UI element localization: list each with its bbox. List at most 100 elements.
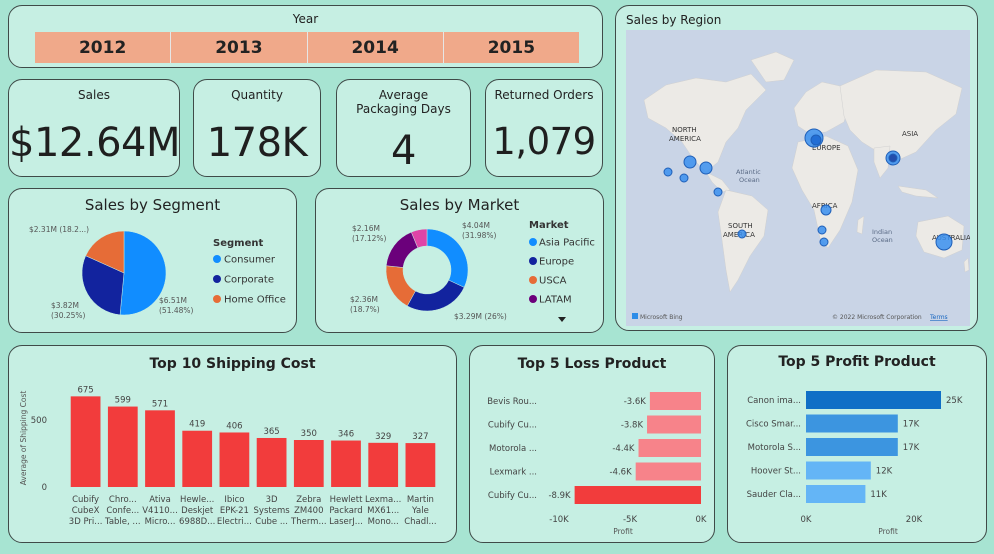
profit-category-label: Hoover St... — [751, 467, 801, 477]
shipping-bar-value: 419 — [189, 420, 205, 430]
shipping-category-label: EPK-21 — [220, 506, 249, 516]
segment-data-label: $6.51M — [159, 296, 187, 305]
ocean-label-atlantic: Atlantic — [736, 168, 761, 176]
segment-data-label-pct: (30.25%) — [51, 311, 86, 320]
shipping-category-label: Chro... — [109, 495, 137, 505]
profit-bar-value: 17K — [903, 443, 920, 453]
shipping-bar[interactable] — [145, 410, 175, 487]
profit-bar[interactable] — [806, 438, 898, 456]
bubble-africa-east[interactable] — [817, 225, 827, 235]
shipping-category-label: LaserJ... — [329, 517, 363, 527]
market-legend-item[interactable]: LATAM — [539, 295, 572, 306]
year-button-2013[interactable]: 2013 — [171, 32, 308, 63]
profit-bar[interactable] — [806, 414, 898, 433]
year-button-2014[interactable]: 2014 — [307, 32, 444, 63]
market-legend-item[interactable]: Europe — [539, 257, 574, 268]
profit-bar[interactable] — [806, 391, 941, 409]
loss-bar[interactable] — [647, 415, 701, 434]
loss-bar-value: -3.6K — [624, 397, 647, 407]
profit-bar[interactable] — [806, 485, 866, 503]
shipping-bar[interactable] — [107, 406, 138, 487]
segment-data-label: $3.82M — [51, 301, 79, 310]
shipping-category-label: Hewlett — [330, 495, 363, 505]
bubble-africa-central[interactable] — [820, 204, 832, 216]
sales-kpi-card: Sales $12.64M — [8, 79, 180, 177]
bubble-australia[interactable] — [935, 233, 953, 251]
loss-bar-chart: -3.6K Bevis Rou... -3.8K Cubify Cu... -4.4K M… — [487, 392, 707, 536]
loss-x-tick: -10K — [549, 515, 569, 525]
year-buttons: 2012 2013 2014 2015 — [35, 32, 579, 63]
market-data-label: $2.36M — [350, 295, 378, 304]
ocean-label-indian-2: Ocean — [872, 236, 893, 244]
bubble-africa-south[interactable] — [819, 237, 829, 247]
shipping-category-label: 3D — [266, 495, 278, 505]
profit-bar-value: 11K — [870, 490, 887, 500]
market-slice-europe[interactable] — [406, 279, 465, 312]
shipping-category-label: Deskjet — [181, 506, 214, 516]
bubble-usa-west[interactable] — [663, 167, 673, 177]
shipping-bar[interactable] — [293, 440, 324, 487]
bing-logo-icon — [632, 313, 638, 319]
shipping-bar[interactable] — [368, 442, 399, 487]
shipping-bar[interactable] — [70, 396, 101, 487]
sales-by-market-card: Sales by Market $4.04M (31.98%) $3.29M (26… — [315, 188, 604, 333]
segment-legend-marker — [213, 255, 221, 263]
market-data-label: $2.16M — [352, 224, 380, 233]
shipping-bar-value: 365 — [263, 427, 279, 437]
shipping-bar-chart: Average of Shipping Cost0500675CubifyCub… — [19, 385, 437, 527]
market-slice-latam[interactable] — [385, 231, 419, 268]
legend-scroll-down-icon[interactable] — [558, 317, 566, 322]
shipping-category-label: CubeX — [72, 506, 100, 516]
shipping-category-label: Systems — [254, 506, 291, 516]
loss-product-card: Top 5 Loss Product -3.6K Bevis Rou... -3.8… — [469, 345, 715, 543]
bubble-brazil[interactable] — [737, 229, 747, 239]
quantity-kpi-value: 178K — [206, 120, 308, 166]
year-slicer-title: Year — [292, 12, 319, 26]
shipping-category-label: Table, ... — [104, 517, 141, 527]
shipping-cost-card: Top 10 Shipping Cost Average of Shipping… — [8, 345, 457, 543]
profit-category-label: Canon ima... — [747, 396, 801, 406]
bubble-asia-core[interactable] — [888, 153, 898, 163]
shipping-bar[interactable] — [256, 437, 287, 487]
loss-category-label: Lexmark ... — [490, 468, 537, 478]
world-map[interactable]: NORTH AMERICA EUROPE ASIA AFRICA SOUTH A… — [626, 30, 970, 326]
profit-category-label: Motorola S... — [748, 443, 801, 453]
bubble-usa-east[interactable] — [683, 155, 697, 169]
bubble-usa-south[interactable] — [699, 161, 713, 175]
map-terms-link[interactable]: Terms — [929, 314, 948, 321]
market-legend-title: Market — [529, 220, 569, 231]
loss-bar[interactable] — [649, 392, 701, 410]
shipping-category-label: Chadl... — [404, 517, 436, 527]
market-legend-item[interactable]: Asia Pacific — [539, 238, 595, 249]
loss-bar[interactable] — [638, 439, 701, 457]
bubble-caribbean[interactable] — [713, 187, 723, 197]
segment-legend-item[interactable]: Home Office — [224, 295, 286, 306]
loss-category-label: Motorola ... — [489, 444, 537, 454]
shipping-bar-value: 571 — [152, 399, 168, 409]
market-legend-item[interactable]: USCA — [539, 276, 567, 287]
map-title: Sales by Region — [626, 13, 722, 27]
loss-bar[interactable] — [574, 486, 701, 504]
shipping-bar[interactable] — [219, 432, 250, 487]
quantity-kpi-card: Quantity 178K — [193, 79, 321, 177]
map-attribution: Microsoft Bing — [640, 314, 683, 321]
bubble-mexico[interactable] — [679, 173, 689, 183]
shipping-bar[interactable] — [182, 430, 213, 487]
segment-legend-item[interactable]: Consumer — [224, 255, 276, 266]
profit-bar[interactable] — [806, 461, 871, 480]
loss-bar[interactable] — [635, 462, 701, 481]
profit-bar-value: 25K — [946, 396, 963, 406]
shipping-bar[interactable] — [405, 443, 436, 487]
shipping-y-tick: 500 — [31, 416, 47, 426]
bubble-europe-core[interactable] — [810, 134, 822, 146]
segment-legend-item[interactable]: Corporate — [224, 275, 274, 286]
shipping-category-label: 3D Pri... — [69, 517, 103, 527]
market-legend-marker — [529, 295, 537, 303]
ocean-label-atlantic-2: Ocean — [739, 176, 760, 184]
shipping-category-label: Martin — [407, 495, 434, 505]
shipping-bar[interactable] — [331, 440, 361, 487]
year-button-2015[interactable]: 2015 — [443, 32, 579, 63]
year-button-2012[interactable]: 2012 — [35, 32, 172, 63]
shipping-category-label: Lexma... — [365, 495, 401, 505]
profit-product-card: Top 5 Profit Product 25K Canon ima... 17K C… — [727, 345, 987, 543]
